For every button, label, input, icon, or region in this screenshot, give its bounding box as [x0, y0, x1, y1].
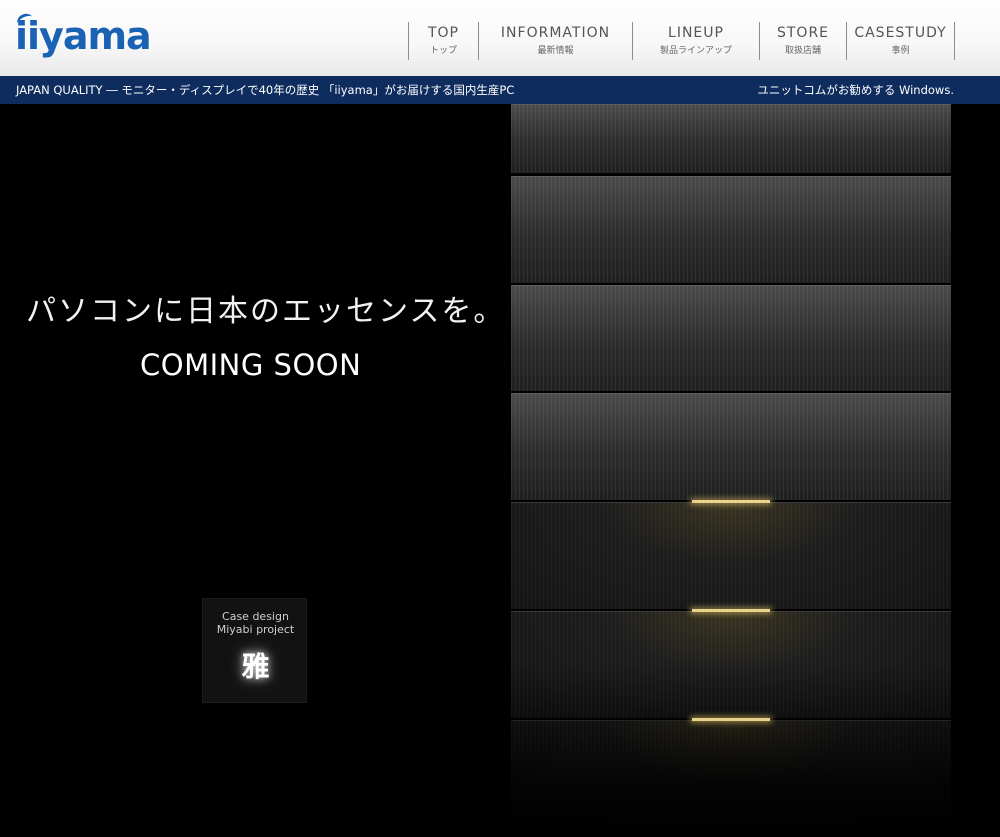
badge-line-1: Case design	[222, 610, 289, 623]
strip-tagline: JAPAN QUALITY ― モニター・ディスプレイで40年の歴史 「iiya…	[16, 83, 515, 97]
case-panel	[511, 502, 951, 609]
nav-item-information[interactable]: INFORMATION 最新情報	[479, 22, 633, 60]
gold-light	[692, 609, 770, 612]
pc-case-image	[511, 104, 951, 837]
hero-section: パソコンに日本のエッセンスを。 COMING SOON Case design …	[0, 104, 1000, 837]
nav-label-ja: トップ	[429, 46, 457, 56]
nav-label-en: STORE	[776, 25, 830, 41]
nav-label-ja: 製品ラインアップ	[659, 46, 732, 56]
miyabi-project-badge[interactable]: Case design Miyabi project 雅	[202, 598, 307, 703]
case-fade	[511, 664, 951, 837]
nav-label-en: TOP	[427, 25, 459, 41]
nav-item-store[interactable]: STORE 取扱店舗	[760, 22, 847, 60]
nav-label-en: CASESTUDY	[854, 25, 947, 41]
nav-label-en: INFORMATION	[500, 25, 611, 41]
windows-recommendation: ユニットコムがお勧めする Windows.	[757, 83, 954, 97]
nav-label-ja: 取扱店舗	[784, 46, 821, 56]
nav-item-casestudy[interactable]: CASESTUDY 事例	[847, 22, 955, 60]
case-panel	[511, 176, 951, 283]
nav-label-ja: 最新情報	[537, 46, 574, 56]
case-panel	[511, 285, 951, 391]
nav-item-top[interactable]: TOP トップ	[409, 22, 479, 60]
iiyama-logo[interactable]: iiyama	[15, 14, 152, 58]
nav-label-en: LINEUP	[668, 25, 724, 41]
miyabi-kanji: 雅	[241, 650, 270, 683]
nav-label-ja: 事例	[891, 46, 910, 56]
badge-caption: Case design Miyabi project	[203, 610, 308, 636]
nav-item-lineup[interactable]: LINEUP 製品ラインアップ	[633, 22, 760, 60]
site-header: iiyama TOP トップ INFORMATION 最新情報 LINEUP 製…	[0, 0, 1000, 76]
case-panel	[511, 393, 951, 500]
hero-tagline: パソコンに日本のエッセンスを。	[26, 294, 506, 329]
info-strip: JAPAN QUALITY ― モニター・ディスプレイで40年の歴史 「iiya…	[0, 76, 1000, 104]
gold-light	[692, 500, 770, 503]
case-panel	[511, 104, 951, 173]
badge-line-2: Miyabi project	[216, 623, 295, 636]
main-nav: TOP トップ INFORMATION 最新情報 LINEUP 製品ラインアップ…	[408, 22, 955, 60]
coming-soon-heading: COMING SOON	[140, 348, 362, 382]
gold-light	[692, 718, 770, 721]
